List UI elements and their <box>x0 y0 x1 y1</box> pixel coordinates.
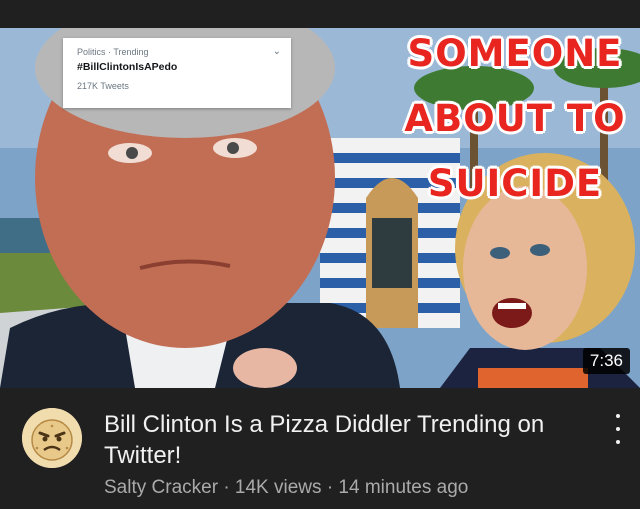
channel-avatar[interactable] <box>22 408 82 468</box>
twitter-trend-card: Politics · Trending #BillClintonIsAPedo … <box>63 38 291 108</box>
more-options-icon[interactable] <box>611 414 625 444</box>
overlay-text-line-1: SOMEONE <box>407 32 623 75</box>
overlay-text-line-3: SUICIDE <box>427 162 603 205</box>
upload-age: 14 minutes ago <box>338 477 469 498</box>
channel-name[interactable]: Salty Cracker <box>104 477 218 498</box>
video-title[interactable]: Bill Clinton Is a Pizza Diddler Trending… <box>104 409 584 471</box>
video-thumbnail[interactable]: Politics · Trending #BillClintonIsAPedo … <box>0 28 640 388</box>
video-subtitle: Salty Cracker · 14K views · 14 minutes a… <box>104 477 468 499</box>
chevron-down-icon: ⌄ <box>272 46 281 57</box>
overlay-text-line-2: ABOUT TO <box>404 97 626 140</box>
duration-badge: 7:36 <box>582 348 630 374</box>
trend-category: Politics · Trending <box>77 47 149 57</box>
trend-tweet-count: 217K Tweets <box>77 81 129 91</box>
video-meta: Bill Clinton Is a Pizza Diddler Trending… <box>0 388 640 509</box>
meta-separator: · <box>326 477 334 498</box>
meta-separator: · <box>223 477 230 498</box>
view-count: 14K views <box>234 477 322 498</box>
trend-hashtag: #BillClintonIsAPedo <box>77 61 178 73</box>
cracker-face-icon <box>22 408 82 468</box>
